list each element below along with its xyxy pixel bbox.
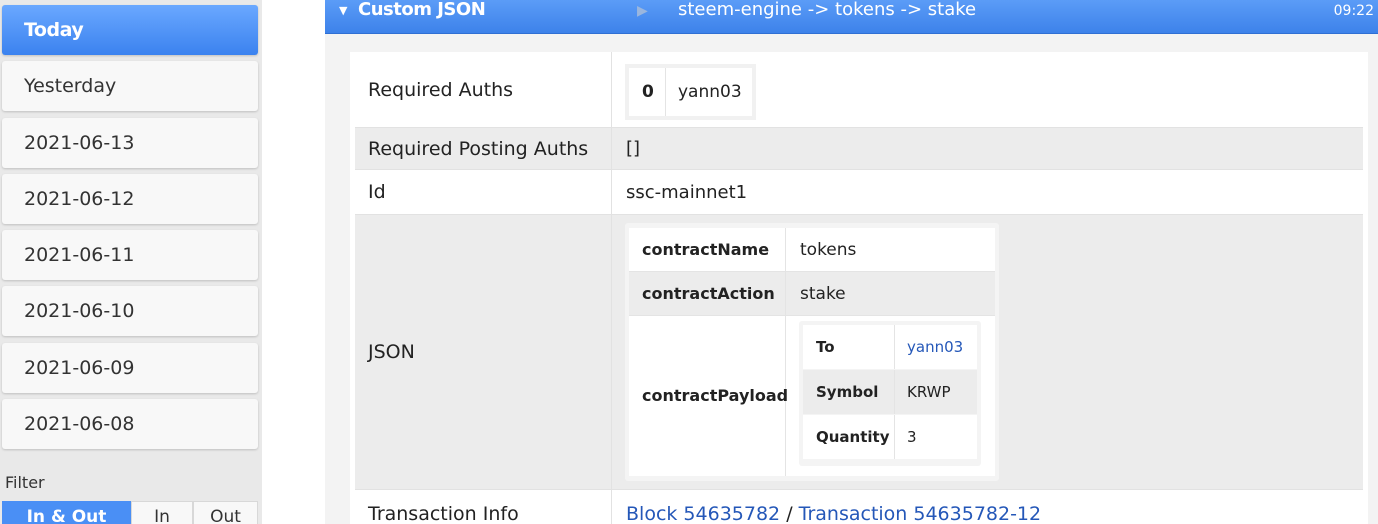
required-auths-value: 0 yann03 <box>613 52 1363 127</box>
filter-in-out-button[interactable]: In & Out <box>2 501 131 524</box>
filter-label: Filter <box>5 473 45 492</box>
spacer <box>262 0 325 524</box>
required-posting-auths-label: Required Posting Auths <box>355 128 612 169</box>
row-id: Id ssc-mainnet1 <box>355 170 1363 215</box>
json-table: contractName tokens contractAction stake… <box>625 223 999 481</box>
transaction-link[interactable]: Transaction 54635782-12 <box>799 503 1041 524</box>
transaction-info-label: Transaction Info <box>355 490 612 524</box>
required-auths-label: Required Auths <box>355 52 612 127</box>
row-json: JSON contractName tokens contractAction … <box>355 215 1363 490</box>
divider <box>665 68 666 116</box>
operation-type: Custom JSON <box>358 0 486 20</box>
details-table: Required Auths 0 yann03 Required Posting… <box>350 52 1368 524</box>
required-auths-account: yann03 <box>678 82 742 102</box>
payload-quantity-label: Quantity <box>803 415 895 459</box>
json-row-contract-payload: contractPayload To yann03 Symbol KRWP Qu… <box>629 316 995 476</box>
payload-symbol-label: Symbol <box>803 370 895 414</box>
operation-header[interactable]: ▼ Custom JSON ▶ steem-engine -> tokens -… <box>325 0 1378 34</box>
transaction-info-value: Block 54635782 / Transaction 54635782-12 <box>613 490 1363 524</box>
contract-action-value: stake <box>800 284 846 304</box>
row-transaction-info: Transaction Info Block 54635782 / Transa… <box>355 490 1363 524</box>
contract-name-value: tokens <box>800 240 857 260</box>
day-2021-06-13-button[interactable]: 2021-06-13 <box>2 118 258 168</box>
operation-details-panel: Required Auths 0 yann03 Required Posting… <box>325 34 1378 524</box>
payload-to-link[interactable]: yann03 <box>907 338 963 356</box>
operation-summary: steem-engine -> tokens -> stake <box>678 0 977 20</box>
play-icon: ▶ <box>637 3 648 19</box>
contract-name-label: contractName <box>629 228 786 271</box>
payload-row-to: To yann03 <box>803 325 977 369</box>
json-row-contract-name: contractName tokens <box>629 228 995 272</box>
payload-table: To yann03 Symbol KRWP Quantity 3 <box>799 321 981 466</box>
day-2021-06-10-button[interactable]: 2021-06-10 <box>2 286 258 336</box>
block-link[interactable]: Block 54635782 <box>626 503 780 524</box>
operation-time: 09:22 <box>1333 3 1374 19</box>
json-label: JSON <box>355 215 612 489</box>
payload-symbol-value: KRWP <box>907 383 951 401</box>
payload-quantity-value: 3 <box>907 428 917 446</box>
filter-in-button[interactable]: In <box>131 501 193 524</box>
id-value: ssc-mainnet1 <box>626 182 748 203</box>
required-posting-auths-value: [] <box>626 138 641 159</box>
contract-action-label: contractAction <box>629 272 786 315</box>
day-2021-06-09-button[interactable]: 2021-06-09 <box>2 343 258 393</box>
json-row-contract-action: contractAction stake <box>629 272 995 316</box>
payload-row-quantity: Quantity 3 <box>803 415 977 459</box>
id-label: Id <box>355 170 612 214</box>
contract-payload-label: contractPayload <box>629 316 788 476</box>
day-2021-06-12-button[interactable]: 2021-06-12 <box>2 174 258 224</box>
day-yesterday-button[interactable]: Yesterday <box>2 61 258 111</box>
row-required-auths: Required Auths 0 yann03 <box>355 52 1363 128</box>
payload-row-symbol: Symbol KRWP <box>803 370 977 414</box>
required-auths-index: 0 <box>642 82 654 102</box>
required-auths-table: 0 yann03 <box>625 64 756 120</box>
row-required-posting-auths: Required Posting Auths [] <box>355 128 1363 170</box>
filter-out-button[interactable]: Out <box>193 501 258 524</box>
payload-to-cell: yann03 <box>895 325 977 369</box>
link-separator: / <box>786 503 793 524</box>
day-2021-06-08-button[interactable]: 2021-06-08 <box>2 399 258 449</box>
payload-to-label: To <box>803 325 895 369</box>
sidebar: Today Yesterday 2021-06-13 2021-06-12 20… <box>0 0 262 524</box>
caret-down-icon[interactable]: ▼ <box>339 4 347 17</box>
day-today-button[interactable]: Today <box>2 5 258 55</box>
day-2021-06-11-button[interactable]: 2021-06-11 <box>2 230 258 280</box>
